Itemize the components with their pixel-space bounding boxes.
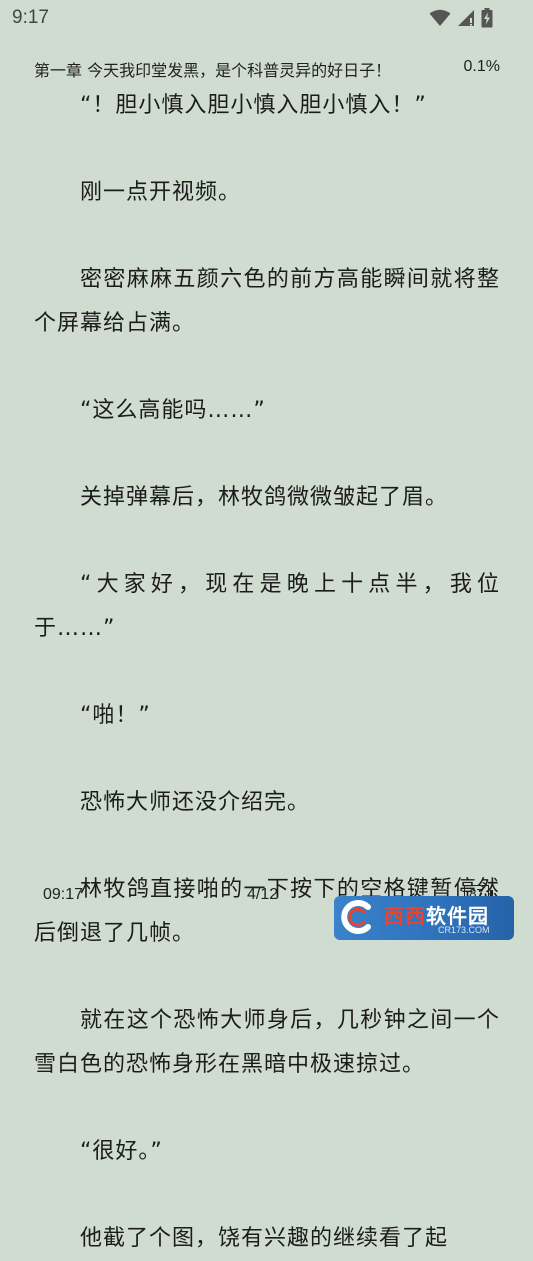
watermark-logo: 西西软件园 CR173.COM [334, 896, 514, 940]
battery-charging-icon [481, 8, 493, 28]
status-icons [429, 8, 493, 28]
paragraph: 他截了个图，饶有兴趣的继续看了起 [80, 1226, 449, 1251]
paragraph: 密密麻麻五颜六色的前方高能瞬间就将整个屏幕给占满。 [34, 267, 500, 336]
status-time: 9:17 [12, 7, 49, 28]
paragraph: “大家好，现在是晚上十点半，我位于……” [34, 572, 500, 641]
footer-time: 09:17 [43, 886, 84, 903]
chapter-title: 第一章 今天我印堂发黑，是个科普灵异的好日子！ [34, 61, 392, 80]
paragraph: 刚一点开视频。 [80, 180, 242, 205]
watermark-url: CR173.COM [438, 925, 490, 935]
paragraph: 就在这个恐怖大师身后，几秒钟之间一个雪白色的恐怖身形在黑暗中极速掠过。 [34, 1008, 500, 1077]
logo-c-icon [341, 900, 371, 934]
paragraph: 关掉弹幕后，林牧鸽微微皱起了眉。 [80, 485, 449, 510]
paragraph: 恐怖大师还没介绍完。 [80, 790, 311, 815]
paragraph: “！胆小慎入胆小慎入胆小慎入！” [80, 93, 427, 118]
wifi-icon [429, 9, 451, 27]
reader-content[interactable]: “！胆小慎入胆小慎入胆小慎入！” 刚一点开视频。 密密麻麻五颜六色的前方高能瞬间… [34, 84, 500, 1261]
paragraph: “很好。” [80, 1139, 163, 1164]
page-indicator: 4/12 [247, 886, 279, 903]
watermark-brand-red: 西西 [384, 904, 426, 928]
paragraph: “这么高能吗……” [80, 398, 266, 423]
reader-header: 第一章 今天我印堂发黑，是个科普灵异的好日子！ 0.1% [34, 57, 500, 81]
cellular-signal-icon [457, 9, 475, 27]
reading-progress: 0.1% [463, 58, 500, 75]
paragraph: “啪！” [80, 703, 151, 728]
status-bar: 9:17 [0, 0, 533, 34]
